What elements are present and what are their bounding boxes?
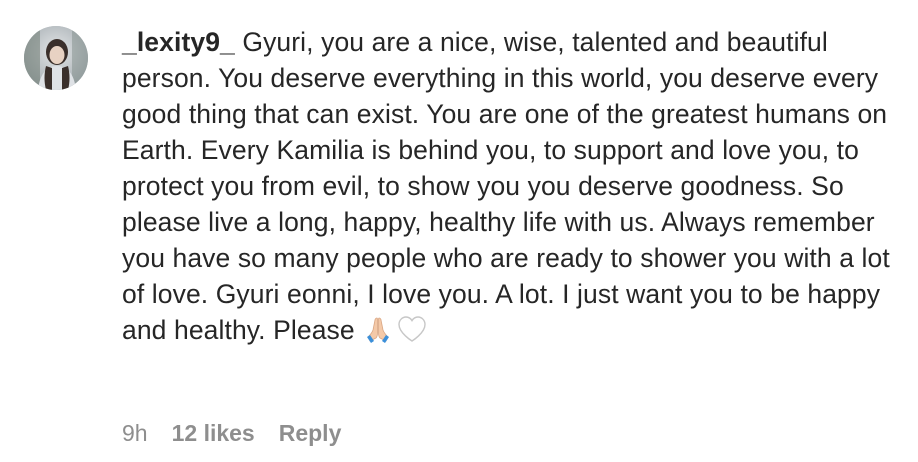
reply-button[interactable]: Reply <box>279 420 342 447</box>
avatar-photo-icon <box>24 26 88 90</box>
white-heart-icon <box>396 313 428 345</box>
comment-body: _lexity9_ Gyuri, you are a nice, wise, t… <box>122 24 898 348</box>
comment-username[interactable]: _lexity9_ <box>122 27 235 57</box>
comment: _lexity9_ Gyuri, you are a nice, wise, t… <box>0 0 918 462</box>
comment-meta: 9h 12 likes Reply <box>122 420 341 447</box>
folded-hands-icon <box>362 313 394 345</box>
comment-text: Gyuri, you are a nice, wise, talented an… <box>122 27 890 345</box>
avatar[interactable] <box>24 26 88 90</box>
comment-likes-count[interactable]: 12 likes <box>172 420 255 447</box>
emoji-row <box>362 313 428 345</box>
comment-timestamp[interactable]: 9h <box>122 420 148 447</box>
